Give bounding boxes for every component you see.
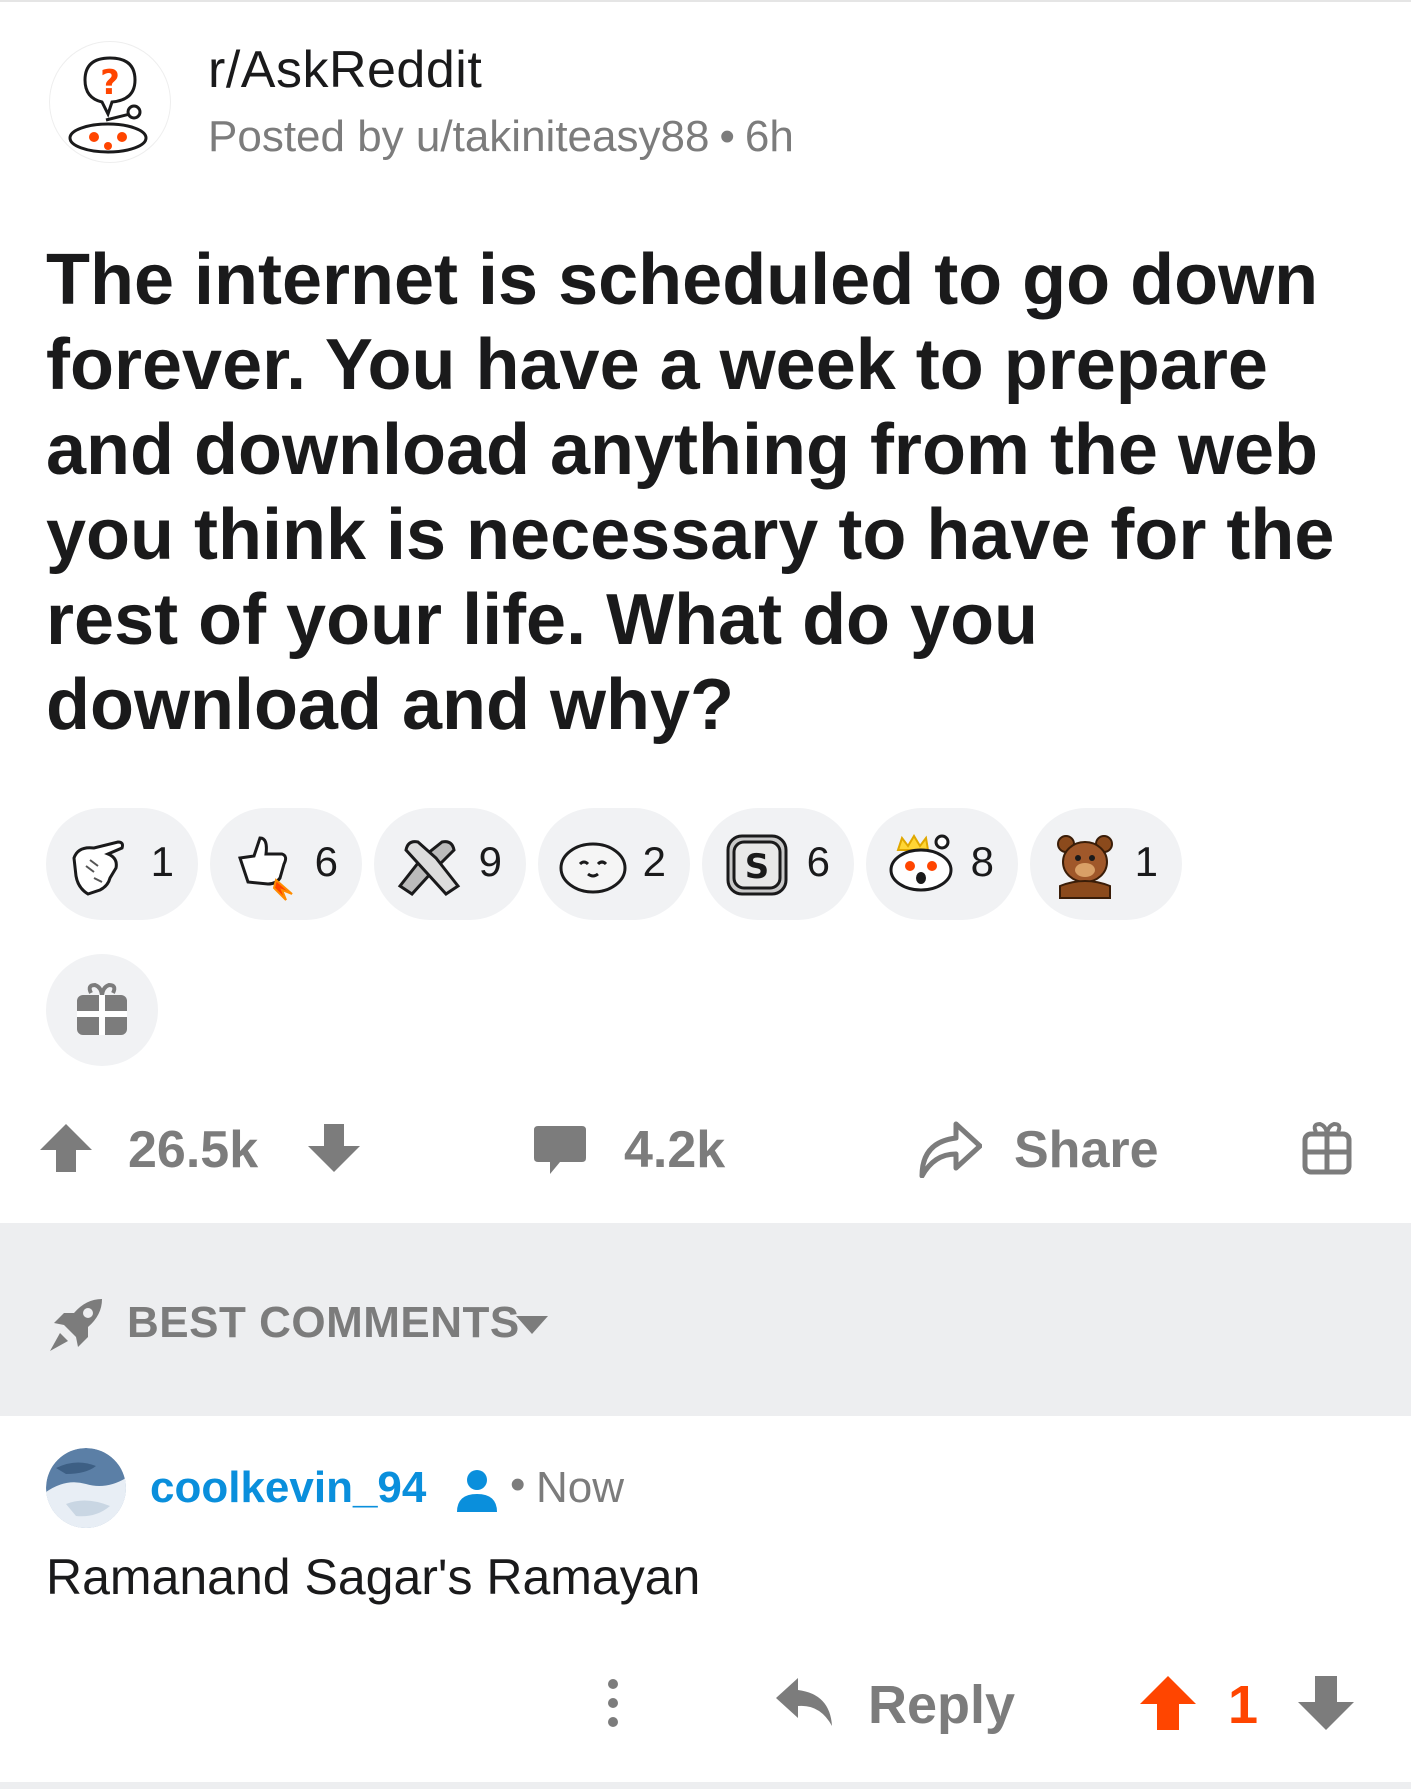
- award-count: 1: [1134, 838, 1158, 885]
- award-pill[interactable]: 1: [46, 808, 198, 920]
- comment-time: Now: [536, 1463, 625, 1512]
- sort-dropdown[interactable]: BEST COMMENTS: [127, 1298, 520, 1348]
- askreddit-logo-icon: ?: [68, 56, 148, 154]
- reply-button[interactable]: Reply: [868, 1674, 1015, 1736]
- bear-icon: [1057, 835, 1113, 899]
- post-age: 6h: [744, 112, 794, 161]
- award-count: 6: [806, 838, 830, 885]
- award-pill[interactable]: S 6: [702, 808, 854, 920]
- gift-icon: [77, 982, 127, 1035]
- meta-separator: •: [719, 112, 735, 161]
- award-count: 1: [150, 838, 174, 885]
- awards-row: 1 6 9 2 S 6 8 1: [46, 808, 1386, 920]
- snoo-crown-icon: [889, 834, 953, 892]
- subreddit-avatar[interactable]: ?: [50, 42, 170, 162]
- comment-upvote-icon[interactable]: [1138, 1672, 1198, 1734]
- award-count: 2: [642, 838, 666, 885]
- reply-arrow-icon[interactable]: [774, 1676, 834, 1728]
- comment-meta-separator: •: [510, 1460, 526, 1509]
- chevron-down-icon[interactable]: [514, 1312, 550, 1336]
- upvote-arrow-icon[interactable]: [38, 1120, 94, 1176]
- share-arrow-icon[interactable]: [918, 1118, 982, 1178]
- comment-count[interactable]: 4.2k: [624, 1120, 725, 1180]
- rocket-like-icon: [238, 836, 293, 901]
- bottom-divider: [0, 1782, 1411, 1789]
- comment-bubble-icon[interactable]: [532, 1122, 588, 1178]
- svg-text:?: ?: [100, 63, 120, 103]
- pointing-hand-icon: [72, 840, 124, 896]
- svg-text:S: S: [745, 847, 770, 887]
- commenter-avatar[interactable]: [46, 1448, 126, 1528]
- top-divider: [0, 0, 1411, 2]
- award-pill[interactable]: 8: [866, 808, 1018, 920]
- earth-avatar-icon: [46, 1448, 126, 1528]
- award-pill[interactable]: 6: [210, 808, 362, 920]
- post-title: The internet is scheduled to go down for…: [46, 240, 1335, 745]
- comment-username[interactable]: coolkevin_94: [150, 1463, 426, 1513]
- downvote-arrow-icon[interactable]: [306, 1120, 362, 1176]
- original-poster-icon: [457, 1470, 497, 1512]
- award-pill[interactable]: 2: [538, 808, 690, 920]
- comment-body: Ramanand Sagar's Ramayan: [46, 1549, 701, 1605]
- post-meta: Posted by u/takiniteasy88 • 6h: [208, 112, 794, 162]
- more-options-icon[interactable]: [598, 1676, 628, 1730]
- gift-icon[interactable]: [1302, 1120, 1352, 1176]
- award-pill[interactable]: 1: [1030, 808, 1182, 920]
- post-score: 26.5k: [128, 1121, 259, 1179]
- post-action-bar: 26.5k 4.2k Share: [0, 1110, 1411, 1190]
- share-button[interactable]: Share: [1014, 1120, 1159, 1180]
- seal-icon: [559, 842, 627, 894]
- rocket-icon[interactable]: [46, 1293, 108, 1355]
- comment-downvote-icon[interactable]: [1296, 1672, 1356, 1734]
- silver-coin-icon: S: [726, 834, 788, 896]
- award-pill[interactable]: 9: [374, 808, 526, 920]
- award-count: 9: [478, 838, 502, 885]
- handshake-icon: [397, 840, 461, 896]
- give-award-button[interactable]: [46, 954, 158, 1066]
- award-count: 8: [970, 838, 994, 885]
- award-count: 6: [314, 838, 338, 885]
- subreddit-name[interactable]: r/AskReddit: [208, 40, 482, 100]
- comment-score: 1: [1228, 1675, 1259, 1735]
- posted-by[interactable]: Posted by u/takiniteasy88: [208, 112, 709, 161]
